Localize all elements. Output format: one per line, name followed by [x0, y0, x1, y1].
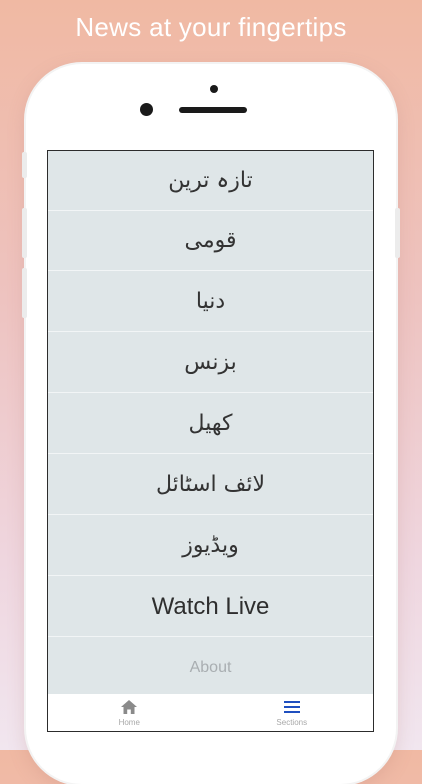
phone-volume-down-button	[22, 268, 27, 318]
menu-item-label: بزنس	[184, 350, 237, 375]
front-camera	[210, 85, 218, 93]
menu-item-label: لائف اسٹائل	[155, 472, 266, 497]
tab-sections[interactable]: Sections	[211, 694, 374, 731]
app-screen: تازہ ترین قومی دنیا بزنس کھیل لائف اسٹائ…	[47, 150, 374, 732]
menu-item-latest[interactable]: تازہ ترین	[48, 151, 373, 211]
menu-item-about[interactable]: About	[48, 638, 373, 698]
menu-item-world[interactable]: دنیا	[48, 272, 373, 332]
menu-item-sports[interactable]: کھیل	[48, 394, 373, 454]
menu-item-videos[interactable]: ویڈیوز	[48, 516, 373, 576]
proximity-sensor	[140, 103, 153, 116]
phone-power-button	[395, 208, 400, 258]
tab-home-label: Home	[118, 718, 140, 727]
headline: News at your fingertips	[75, 12, 347, 42]
earpiece-speaker	[179, 107, 247, 113]
menu-item-label: قومی	[184, 228, 237, 253]
phone-volume-up-button	[22, 208, 27, 258]
menu-item-watch-live[interactable]: Watch Live	[48, 577, 373, 637]
menu-item-national[interactable]: قومی	[48, 211, 373, 271]
menu-item-label: تازہ ترین	[168, 168, 253, 193]
tab-bar: Home Sections	[48, 694, 373, 731]
menu-item-label: دنیا	[195, 289, 226, 314]
menu-item-label: About	[189, 659, 232, 676]
menu-item-label: کھیل	[188, 411, 233, 436]
menu-item-label: Watch Live	[151, 592, 270, 620]
menu-item-label: ویڈیوز	[182, 533, 239, 558]
phone-side-button	[22, 152, 27, 178]
hamburger-menu-icon	[283, 701, 300, 713]
home-icon	[121, 700, 138, 714]
tab-home[interactable]: Home	[48, 694, 211, 731]
menu-item-lifestyle[interactable]: لائف اسٹائل	[48, 455, 373, 515]
menu-item-business[interactable]: بزنس	[48, 333, 373, 393]
tab-sections-label: Sections	[276, 718, 308, 727]
